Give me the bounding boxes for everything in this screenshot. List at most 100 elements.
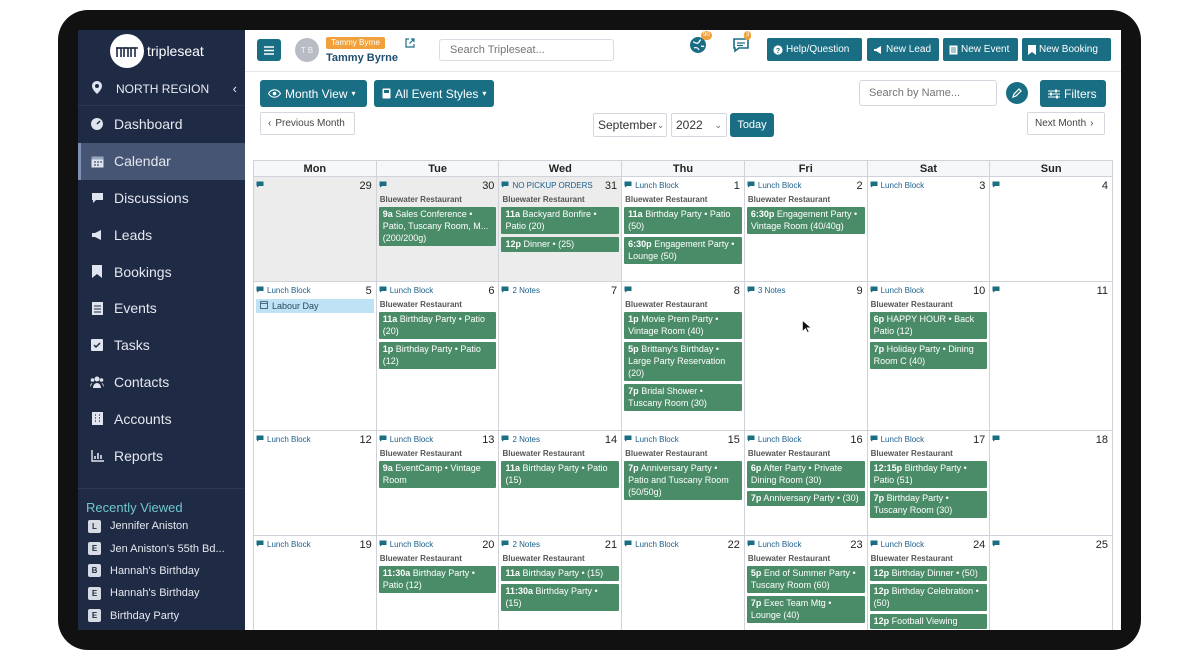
event-card[interactable]: 12p Birthday Dinner • (50) [869,566,988,581]
calendar-day[interactable]: Lunch Block 3 [868,177,991,281]
calendar-day[interactable]: 3 Notes 9 [745,282,868,430]
month-view-dropdown[interactable]: Month View ▾ [260,80,367,107]
calendar-day[interactable]: 2 Notes 21 Bluewater Restaurant 11a Birthda… [499,536,623,630]
day-note-link[interactable]: Lunch Block [870,286,924,295]
sidebar-item-accounts[interactable]: Accounts [78,400,245,437]
sidebar-item-leads[interactable]: Leads [78,216,245,253]
recent-item[interactable]: L Jennifer Aniston [78,515,245,537]
day-note-link[interactable] [992,181,1003,190]
event-card[interactable]: 6p HAPPY HOUR • Back Patio (12) [869,312,988,339]
day-note-link[interactable]: Lunch Block [379,286,433,295]
holiday-banner[interactable]: Labour Day [256,299,374,313]
day-note-link[interactable]: Lunch Block [624,435,679,444]
notifications-button[interactable]: 90 [689,31,712,59]
day-note-link[interactable]: Lunch Block [256,286,311,295]
region-selector[interactable]: NORTH REGION ‹ [78,72,245,106]
event-card[interactable]: 11a Birthday Party • (15) [501,566,620,581]
event-card[interactable]: 6p After Party • Private Dining Room (30… [746,461,865,488]
calendar-day[interactable]: Lunch Block 24 Bluewater Restaurant 12p Bir… [868,536,991,630]
event-card[interactable]: 7p Holiday Party • Dining Room C (40) [869,342,988,369]
new-booking-button[interactable]: New Booking [1022,38,1111,61]
day-note-link[interactable]: 2 Notes [501,435,540,444]
calendar-day[interactable]: Lunch Block 13 Bluewater Restaurant 9a Even… [377,431,500,535]
calendar-day[interactable]: Lunch Block 16 Bluewater Restaurant 6p Afte… [745,431,868,535]
sidebar-item-dashboard[interactable]: Dashboard [78,106,245,143]
day-note-link[interactable] [379,181,390,190]
day-note-link[interactable] [992,286,1003,295]
external-link-icon[interactable] [405,35,415,53]
event-card[interactable]: 12p Football Viewing [869,614,988,629]
day-note-link[interactable] [256,181,267,190]
today-button[interactable]: Today [730,113,774,137]
sidebar-item-contacts[interactable]: Contacts [78,364,245,401]
day-note-link[interactable]: Lunch Block [624,540,679,549]
calendar-day[interactable]: 8 Bluewater Restaurant 1p Movie Prem Party… [622,282,745,430]
event-card[interactable]: 11a Birthday Party • Patio (15) [501,461,620,488]
calendar-day[interactable]: Lunch Block 22 [622,536,745,630]
calendar-day[interactable]: Lunch Block 19 [254,536,377,630]
calendar-day[interactable]: 30 Bluewater Restaurant 9a Sales Conferenc… [376,177,500,281]
calendar-day[interactable]: Lunch Block 15 Bluewater Restaurant 7p Anni… [622,431,745,535]
calendar-day[interactable]: 4 [990,177,1114,281]
sidebar-item-tasks[interactable]: Tasks [78,327,245,364]
day-note-link[interactable]: 2 Notes [501,540,540,549]
day-note-link[interactable]: Lunch Block [256,540,311,549]
chevron-left-icon[interactable]: ‹ [233,81,237,96]
event-card[interactable]: 12:15p Birthday Party • Patio (51) [869,461,988,488]
calendar-day[interactable]: Lunch Block 6 Bluewater Restaurant 11a Birt… [377,282,500,430]
sidebar-item-bookings[interactable]: Bookings [78,253,245,290]
event-card[interactable]: 1p Movie Prem Party • Vintage Room (40) [624,312,742,339]
month-select[interactable]: September ⌄ [593,113,667,137]
calendar-day[interactable]: 2 Notes 7 [499,282,623,430]
event-card[interactable]: 1p Birthday Party • Patio (12) [378,342,497,369]
sidebar-item-reports[interactable]: Reports [78,437,245,474]
event-card[interactable]: 11a Birthday Party • Patio (50) [624,207,742,234]
day-note-link[interactable]: Lunch Block [870,435,924,444]
avatar[interactable]: T B [295,38,319,62]
calendar-day[interactable]: Lunch Block 10 Bluewater Restaurant 6p HAPP… [868,282,991,430]
event-card[interactable]: 11a Backyard Bonfire • Patio (20) [501,207,620,234]
sidebar-item-events[interactable]: Events [78,290,245,327]
day-note-link[interactable]: Lunch Block [747,435,801,444]
day-note-link[interactable] [624,286,635,295]
day-note-link[interactable] [992,435,1003,444]
recent-item[interactable]: B Hannah's Birthday [78,560,245,582]
calendar-day[interactable]: Lunch Block 17 Bluewater Restaurant 12:15p … [868,431,991,535]
calendar-day[interactable]: Lunch Block 23 Bluewater Restaurant 5p End … [745,536,868,630]
day-note-link[interactable]: Lunch Block [747,540,801,549]
calendar-day[interactable]: Lunch Block 2 Bluewater Restaurant 6:30p En… [745,177,868,281]
calendar-day[interactable]: Lunch Block 12 [254,431,377,535]
event-card[interactable]: 9a EventCamp • Vintage Room [378,461,497,488]
recent-item[interactable]: E Jen Aniston's 55th Bd... [78,537,245,559]
day-note-link[interactable]: 2 Notes [501,286,540,295]
calendar-day[interactable]: 18 [990,431,1114,535]
user-name[interactable]: Tammy Byrne [326,52,398,64]
messages-button[interactable]: 3 [732,31,752,59]
calendar-day[interactable]: 11 [990,282,1114,430]
year-select[interactable]: 2022 ⌄ [671,113,727,137]
event-card[interactable]: 9a Sales Conference • Patio, Tuscany Roo… [378,207,497,246]
day-note-link[interactable]: Lunch Block [747,181,801,190]
event-card[interactable]: 6:30p Engagement Party • Lounge (50) [624,237,742,264]
day-note-link[interactable] [992,540,1003,549]
logo[interactable]: tripleseat [78,30,245,72]
sidebar-item-calendar[interactable]: Calendar [78,142,245,180]
day-note-link[interactable]: Lunch Block [870,181,924,190]
recent-item[interactable]: E Hannah's Birthday [78,582,245,604]
new-event-button[interactable]: New Event [943,38,1018,61]
sidebar-item-discussions[interactable]: Discussions [78,180,245,217]
day-note-link[interactable]: Lunch Block [379,435,433,444]
calendar-day[interactable]: 25 [990,536,1114,630]
event-card[interactable]: 11:30a Birthday Party • Patio (12) [378,566,497,593]
calendar-day[interactable]: 29 [254,177,377,281]
day-note-link[interactable]: NO PICKUP ORDERS [501,181,593,190]
calendar-day[interactable]: Lunch Block 20 Bluewater Restaurant 11:30a … [377,536,500,630]
event-card[interactable]: 5p End of Summer Party • Tuscany Room (6… [746,566,865,593]
day-note-link[interactable]: Lunch Block [624,181,679,190]
event-card[interactable]: 7p Exec Team Mtg • Lounge (40) [746,596,865,623]
edit-button[interactable] [1006,82,1028,104]
event-card[interactable]: 11:30a Birthday Party • (15) [501,584,620,611]
global-search-input[interactable] [439,39,614,61]
day-note-link[interactable]: Lunch Block [256,435,311,444]
calendar-day[interactable]: 2 Notes 14 Bluewater Restaurant 11a Birthda… [499,431,623,535]
